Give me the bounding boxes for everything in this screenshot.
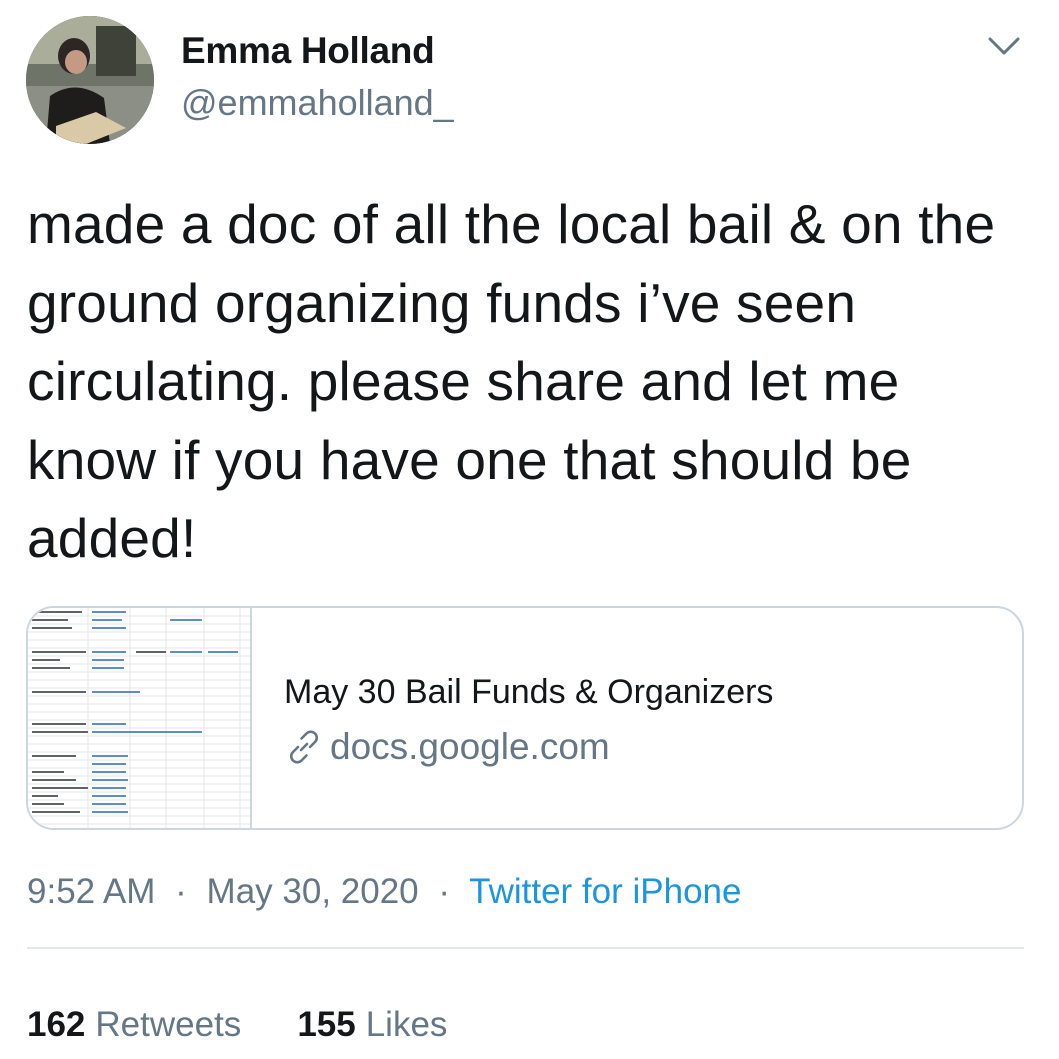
meta-separator: · [175,872,187,911]
tweet-text: made a doc of all the local bail & on th… [27,193,996,569]
link-card-title: May 30 Bail Funds & Organizers [284,673,774,711]
avatar[interactable] [26,16,154,144]
retweets-label: Retweets [95,1005,242,1044]
link-icon [284,727,324,767]
retweets-stat[interactable]: 162 Retweets [27,1005,241,1045]
link-card[interactable]: May 30 Bail Funds & Organizers docs.goog… [26,606,1024,830]
likes-label: Likes [365,1005,448,1044]
tweet-stats: 162 Retweets 155 Likes [27,1005,447,1045]
author-handle[interactable]: @emmaholland_ [181,82,454,124]
tweet: Emma Holland @emmaholland_ made a doc of… [0,0,1059,1059]
divider [27,947,1024,949]
chevron-down-icon [988,37,1020,55]
link-card-thumbnail [28,608,252,828]
likes-count: 155 [297,1005,356,1044]
meta-separator: · [438,872,451,911]
likes-stat[interactable]: 155 Likes [297,1005,447,1045]
spreadsheet-thumbnail-image [28,608,250,828]
tweet-meta: 9:52 AM · May 30, 2020 · Twitter for iPh… [27,872,741,912]
avatar-photo [26,16,154,144]
author-name[interactable]: Emma Holland [181,30,435,72]
tweet-time[interactable]: 9:52 AM [27,872,155,911]
tweet-source-link[interactable]: Twitter for iPhone [469,872,741,911]
link-card-info: May 30 Bail Funds & Organizers docs.goog… [252,608,773,828]
retweets-count: 162 [27,1005,86,1044]
link-card-domain-text: docs.google.com [330,726,610,767]
tweet-date[interactable]: May 30, 2020 [207,872,419,911]
more-options-button[interactable] [984,28,1024,64]
link-card-domain: docs.google.com [284,726,773,768]
